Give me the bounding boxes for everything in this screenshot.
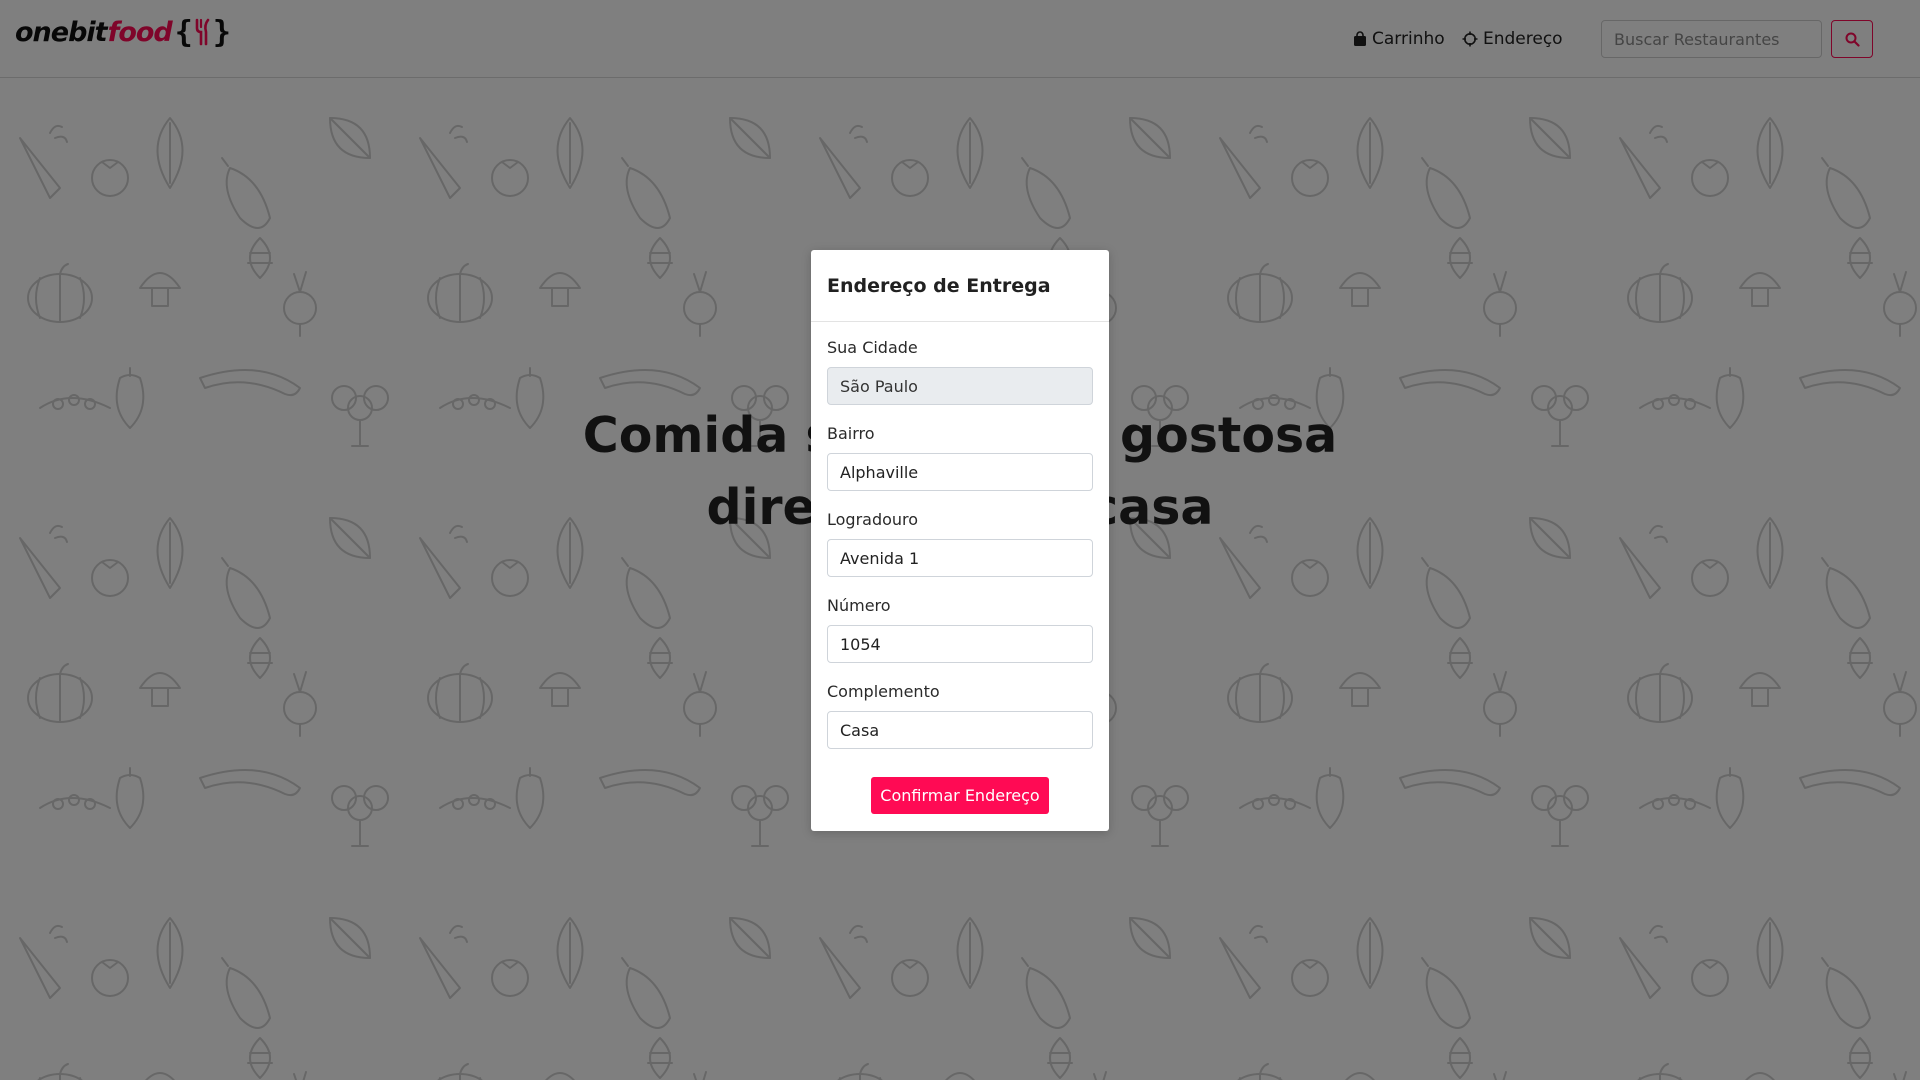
city-input[interactable] (827, 367, 1093, 405)
complement-field-group: Complemento (827, 681, 1093, 749)
number-field-group: Número (827, 595, 1093, 663)
confirm-address-button[interactable]: Confirmar Endereço (871, 777, 1049, 814)
complement-input[interactable] (827, 711, 1093, 749)
complement-label: Complemento (827, 682, 940, 701)
address-modal: Endereço de Entrega Sua Cidade Bairro Lo… (811, 250, 1109, 831)
street-input[interactable] (827, 539, 1093, 577)
number-input[interactable] (827, 625, 1093, 663)
street-label: Logradouro (827, 510, 919, 529)
neighborhood-field-group: Bairro (827, 423, 1093, 491)
modal-title: Endereço de Entrega (827, 274, 1051, 297)
modal-header: Endereço de Entrega (811, 250, 1109, 322)
neighborhood-input[interactable] (827, 453, 1093, 491)
street-field-group: Logradouro (827, 509, 1093, 577)
neighborhood-label: Bairro (827, 424, 875, 443)
city-field-group: Sua Cidade (827, 337, 1093, 405)
city-label: Sua Cidade (827, 338, 918, 357)
number-label: Número (827, 596, 891, 615)
